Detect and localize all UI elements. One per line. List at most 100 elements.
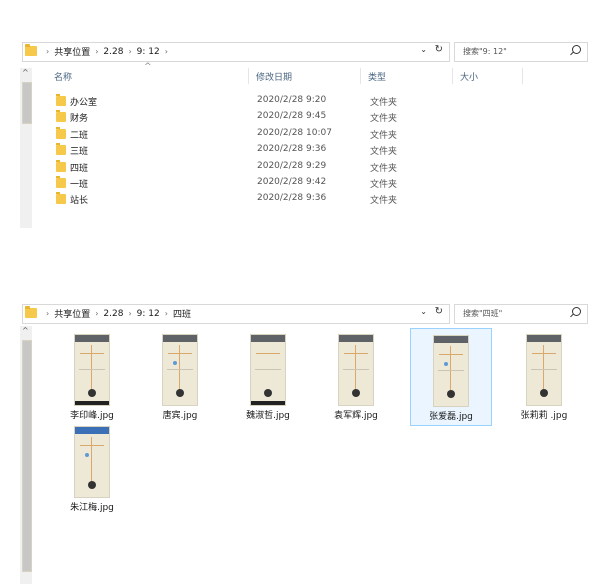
column-header: ^ 名称 修改日期 类型 大小 — [50, 62, 590, 84]
chevron-right-icon[interactable]: › — [165, 309, 168, 318]
item-name: 四班 — [70, 163, 89, 174]
chevron-down-icon[interactable]: ⌄ — [420, 307, 427, 316]
item-date: 2020/2/28 9:20 — [257, 95, 327, 105]
file-name: 张爱磊.jpg — [429, 412, 473, 422]
list-item[interactable]: 一班 2020/2/28 9:42 文件夹 — [52, 175, 572, 191]
chevron-right-icon[interactable]: › — [128, 47, 131, 56]
search-box[interactable]: 搜索"四班" — [454, 304, 588, 324]
breadcrumb-item[interactable]: 四班 — [173, 307, 191, 320]
folder-icon — [56, 110, 66, 123]
item-type: 文件夹 — [370, 98, 398, 108]
image-thumbnail — [526, 334, 562, 406]
search-icon[interactable] — [572, 45, 581, 54]
item-date: 2020/2/28 9:42 — [257, 176, 327, 187]
list-item[interactable]: 财务 2020/2/28 9:45 文件夹 — [52, 109, 572, 125]
list-item[interactable]: 四班 2020/2/28 9:29 文件夹 — [52, 159, 572, 175]
column-divider[interactable] — [248, 68, 249, 84]
vertical-scrollbar[interactable]: ^ — [20, 326, 32, 584]
item-date: 2020/2/28 9:29 — [257, 160, 327, 171]
breadcrumb-item[interactable]: 9: 12 — [137, 309, 160, 319]
item-name: 二班 — [70, 130, 89, 141]
refresh-icon[interactable]: ↻ — [435, 44, 443, 55]
item-name: 三班 — [70, 147, 89, 158]
address-bar[interactable]: › 共享位置 › 2.28 › 9: 12 › ⌄ ↻ — [22, 42, 450, 62]
image-thumbnail — [162, 334, 198, 406]
item-type: 文件夹 — [370, 130, 398, 141]
chevron-right-icon[interactable]: › — [95, 309, 98, 318]
item-name: 站长 — [70, 196, 89, 207]
column-divider[interactable] — [360, 68, 361, 84]
chevron-down-icon[interactable]: ⌄ — [420, 45, 427, 54]
scrollbar-thumb[interactable] — [22, 340, 32, 572]
file-item[interactable]: 朱江梅.jpg — [52, 420, 132, 516]
list-item[interactable]: 站长 2020/2/28 9:36 文件夹 — [52, 191, 572, 207]
breadcrumb-item[interactable]: 2.28 — [103, 47, 123, 57]
column-divider[interactable] — [522, 68, 523, 84]
chevron-right-icon[interactable]: › — [128, 309, 131, 318]
column-type[interactable]: 类型 — [368, 70, 386, 83]
breadcrumb-item[interactable]: 共享位置 — [54, 307, 90, 320]
file-name: 袁军辉.jpg — [334, 411, 378, 421]
file-item[interactable]: 袁军辉.jpg — [316, 328, 396, 424]
item-type: 文件夹 — [370, 163, 398, 174]
item-type: 文件夹 — [370, 196, 398, 207]
search-icon[interactable] — [572, 307, 581, 316]
folder-icon — [56, 159, 66, 172]
image-thumbnail — [74, 334, 110, 406]
item-name: 一班 — [70, 179, 89, 190]
folder-icon — [56, 126, 66, 139]
file-item[interactable]: 李印峰.jpg — [52, 328, 132, 424]
scroll-up-icon[interactable]: ^ — [22, 326, 29, 335]
folder-icon — [56, 192, 66, 205]
file-name: 张莉莉 .jpg — [520, 411, 568, 421]
file-item-selected[interactable]: 张爱磊.jpg — [410, 328, 492, 426]
folder-icon — [56, 143, 66, 156]
breadcrumb-item[interactable]: 9: 12 — [137, 47, 160, 57]
file-name: 朱江梅.jpg — [70, 503, 114, 513]
item-date: 2020/2/28 9:36 — [257, 144, 327, 155]
scroll-up-icon[interactable]: ^ — [22, 68, 29, 77]
file-name: 魏淑哲.jpg — [246, 411, 290, 421]
item-date: 2020/2/28 9:45 — [257, 111, 327, 122]
column-name[interactable]: 名称 — [54, 70, 72, 83]
chevron-right-icon[interactable]: › — [95, 47, 98, 56]
item-date: 2020/2/28 9:36 — [257, 193, 327, 204]
folder-icon — [56, 94, 66, 106]
image-thumbnail — [250, 334, 286, 406]
vertical-scrollbar[interactable]: ^ — [20, 68, 32, 228]
breadcrumb: › 共享位置 › 2.28 › 9: 12 › — [41, 45, 173, 59]
chevron-right-icon[interactable]: › — [46, 47, 49, 56]
item-date: 2020/2/28 10:07 — [257, 127, 332, 138]
breadcrumb-item[interactable]: 2.28 — [103, 309, 123, 319]
file-item[interactable]: 魏淑哲.jpg — [228, 328, 308, 424]
address-bar[interactable]: › 共享位置 › 2.28 › 9: 12 › 四班 ⌄ ↻ — [22, 304, 450, 324]
chevron-right-icon[interactable]: › — [165, 47, 168, 56]
scrollbar-thumb[interactable] — [22, 82, 32, 124]
file-item[interactable]: 张莉莉 .jpg — [504, 328, 584, 424]
item-type: 文件夹 — [370, 179, 398, 190]
breadcrumb: › 共享位置 › 2.28 › 9: 12 › 四班 — [41, 307, 191, 321]
folder-icon — [56, 175, 66, 188]
item-type: 文件夹 — [370, 114, 398, 125]
sort-ascending-icon: ^ — [144, 62, 152, 72]
breadcrumb-item[interactable]: 共享位置 — [54, 45, 90, 58]
column-date[interactable]: 修改日期 — [256, 70, 292, 83]
chevron-right-icon[interactable]: › — [46, 309, 49, 318]
search-input[interactable]: 搜索"四班" — [463, 308, 502, 319]
file-item[interactable]: 唐宾.jpg — [140, 328, 220, 424]
refresh-icon[interactable]: ↻ — [435, 306, 443, 317]
search-input[interactable]: 搜索"9: 12" — [463, 46, 507, 57]
item-type: 文件夹 — [370, 147, 398, 158]
image-thumbnail — [338, 334, 374, 406]
folder-icon — [25, 44, 37, 56]
list-item[interactable]: 二班 2020/2/28 10:07 文件夹 — [52, 126, 572, 142]
folder-icon — [25, 306, 37, 318]
search-box[interactable]: 搜索"9: 12" — [454, 42, 588, 62]
list-item[interactable]: 三班 2020/2/28 9:36 文件夹 — [52, 142, 572, 158]
list-item[interactable]: 办公室 2020/2/28 9:20 文件夹 — [52, 93, 572, 109]
column-size[interactable]: 大小 — [460, 70, 478, 83]
item-name: 财务 — [70, 114, 89, 125]
file-name: 唐宾.jpg — [162, 411, 198, 421]
column-divider[interactable] — [452, 68, 453, 84]
image-thumbnail — [74, 426, 110, 498]
